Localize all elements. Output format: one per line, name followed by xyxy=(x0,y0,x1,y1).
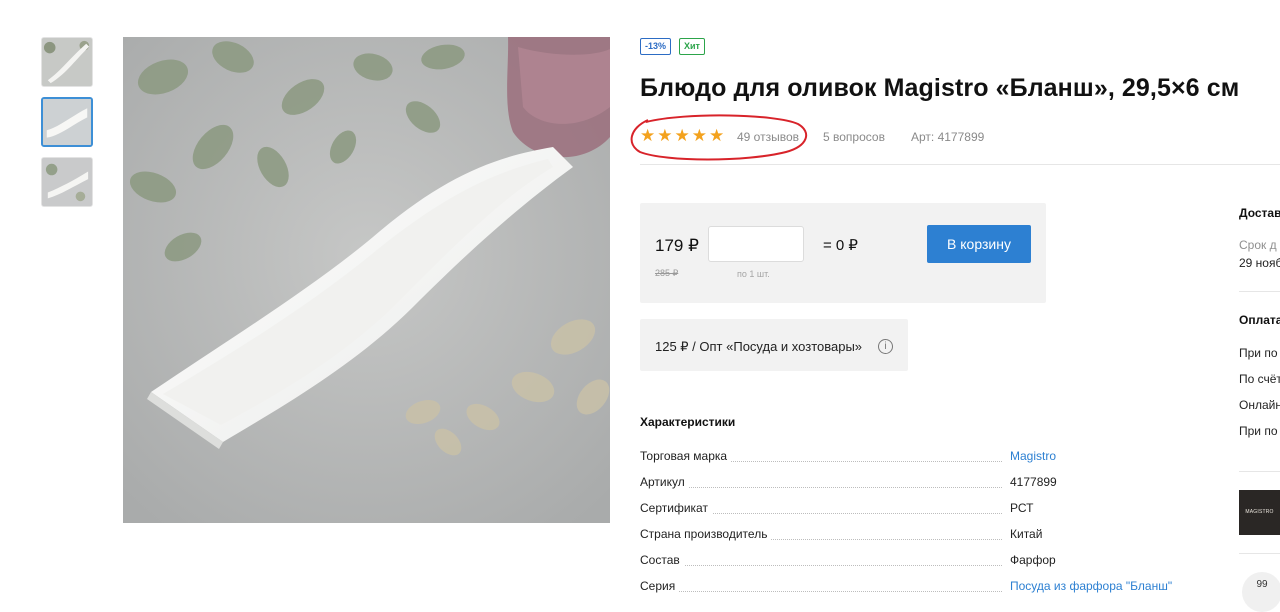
star-icon: ★ xyxy=(691,126,707,145)
dotted-leader xyxy=(640,591,1002,592)
characteristic-key: Состав xyxy=(640,553,684,567)
dotted-leader xyxy=(640,565,1002,566)
characteristic-value: РСТ xyxy=(1010,501,1034,515)
payment-option: При по xyxy=(1239,424,1278,438)
thumbnail-2-image xyxy=(43,99,91,145)
sidebar-divider xyxy=(1239,553,1280,554)
add-to-cart-button[interactable]: В корзину xyxy=(927,225,1031,263)
info-icon[interactable]: i xyxy=(878,339,893,354)
questions-link[interactable]: 5 вопросов xyxy=(823,130,885,144)
characteristic-row: Торговая марка Magistro xyxy=(640,449,1240,467)
characteristic-row: Страна производитель Китай xyxy=(640,527,1240,545)
characteristic-row: Состав Фарфор xyxy=(640,553,1240,571)
brand-logo[interactable]: MAGISTRO xyxy=(1239,490,1280,535)
header-divider xyxy=(640,164,1280,165)
thumbnail-2[interactable] xyxy=(41,97,93,147)
reviews-link[interactable]: 49 отзывов xyxy=(737,130,799,144)
sidebar-divider xyxy=(1239,291,1280,292)
thumbnail-3[interactable] xyxy=(41,157,93,207)
characteristic-value: 4177899 xyxy=(1010,475,1057,489)
quantity-note: по 1 шт. xyxy=(737,269,770,279)
article-number: Арт: 4177899 xyxy=(911,130,985,144)
characteristic-row: Серия Посуда из фарфора "Бланш" xyxy=(640,579,1240,597)
characteristic-key: Торговая марка xyxy=(640,449,732,463)
discount-badge: -13% xyxy=(640,38,672,55)
payment-option: При по xyxy=(1239,346,1278,360)
characteristic-key: Страна производитель xyxy=(640,527,772,541)
star-icon: ★ xyxy=(640,126,656,145)
characteristic-key: Артикул xyxy=(640,475,689,489)
payment-option: Онлайн xyxy=(1239,398,1280,412)
payment-option: По счёт xyxy=(1239,372,1280,386)
star-icon: ★ xyxy=(709,126,725,145)
characteristic-value-link[interactable]: Magistro xyxy=(1010,449,1056,463)
old-price: 285 ₽ xyxy=(655,268,679,278)
characteristic-row: Сертификат РСТ xyxy=(640,501,1240,519)
delivery-term-label: Срок д xyxy=(1239,238,1277,252)
delivery-title: Достав xyxy=(1239,206,1280,220)
sidebar-divider xyxy=(1239,471,1280,472)
dotted-leader xyxy=(640,487,1002,488)
star-icon: ★ xyxy=(657,126,673,145)
product-title: Блюдо для оливок Magistro «Бланш», 29,5×… xyxy=(640,74,1240,102)
characteristic-row: Артикул 4177899 xyxy=(640,475,1240,493)
thumbnail-3-image xyxy=(42,158,92,206)
characteristic-key: Серия xyxy=(640,579,680,593)
characteristic-value: Фарфор xyxy=(1010,553,1056,567)
characteristic-value-link[interactable]: Посуда из фарфора "Бланш" xyxy=(1010,579,1172,593)
current-price: 179 ₽ xyxy=(655,236,699,255)
thumbnail-1-image xyxy=(42,38,92,86)
rating-stars[interactable]: ★ ★ ★ ★ ★ xyxy=(640,127,724,144)
thumbnail-1[interactable] xyxy=(41,37,93,87)
wholesale-price: 125 ₽ / Опт «Посуда и хозтовары» xyxy=(655,339,863,354)
total-price: = 0 ₽ xyxy=(823,237,858,254)
sidebar-round-button[interactable]: 99 xyxy=(1242,572,1280,612)
main-product-image[interactable] xyxy=(123,37,610,523)
delivery-date: 29 нояб xyxy=(1239,256,1280,270)
characteristic-value: Китай xyxy=(1010,527,1043,541)
star-icon: ★ xyxy=(674,126,690,145)
characteristics-title: Характеристики xyxy=(640,415,736,429)
payment-title: Оплата xyxy=(1239,313,1280,327)
characteristic-key: Сертификат xyxy=(640,501,712,515)
quantity-input[interactable] xyxy=(708,226,804,262)
hit-badge: Хит xyxy=(679,38,705,55)
